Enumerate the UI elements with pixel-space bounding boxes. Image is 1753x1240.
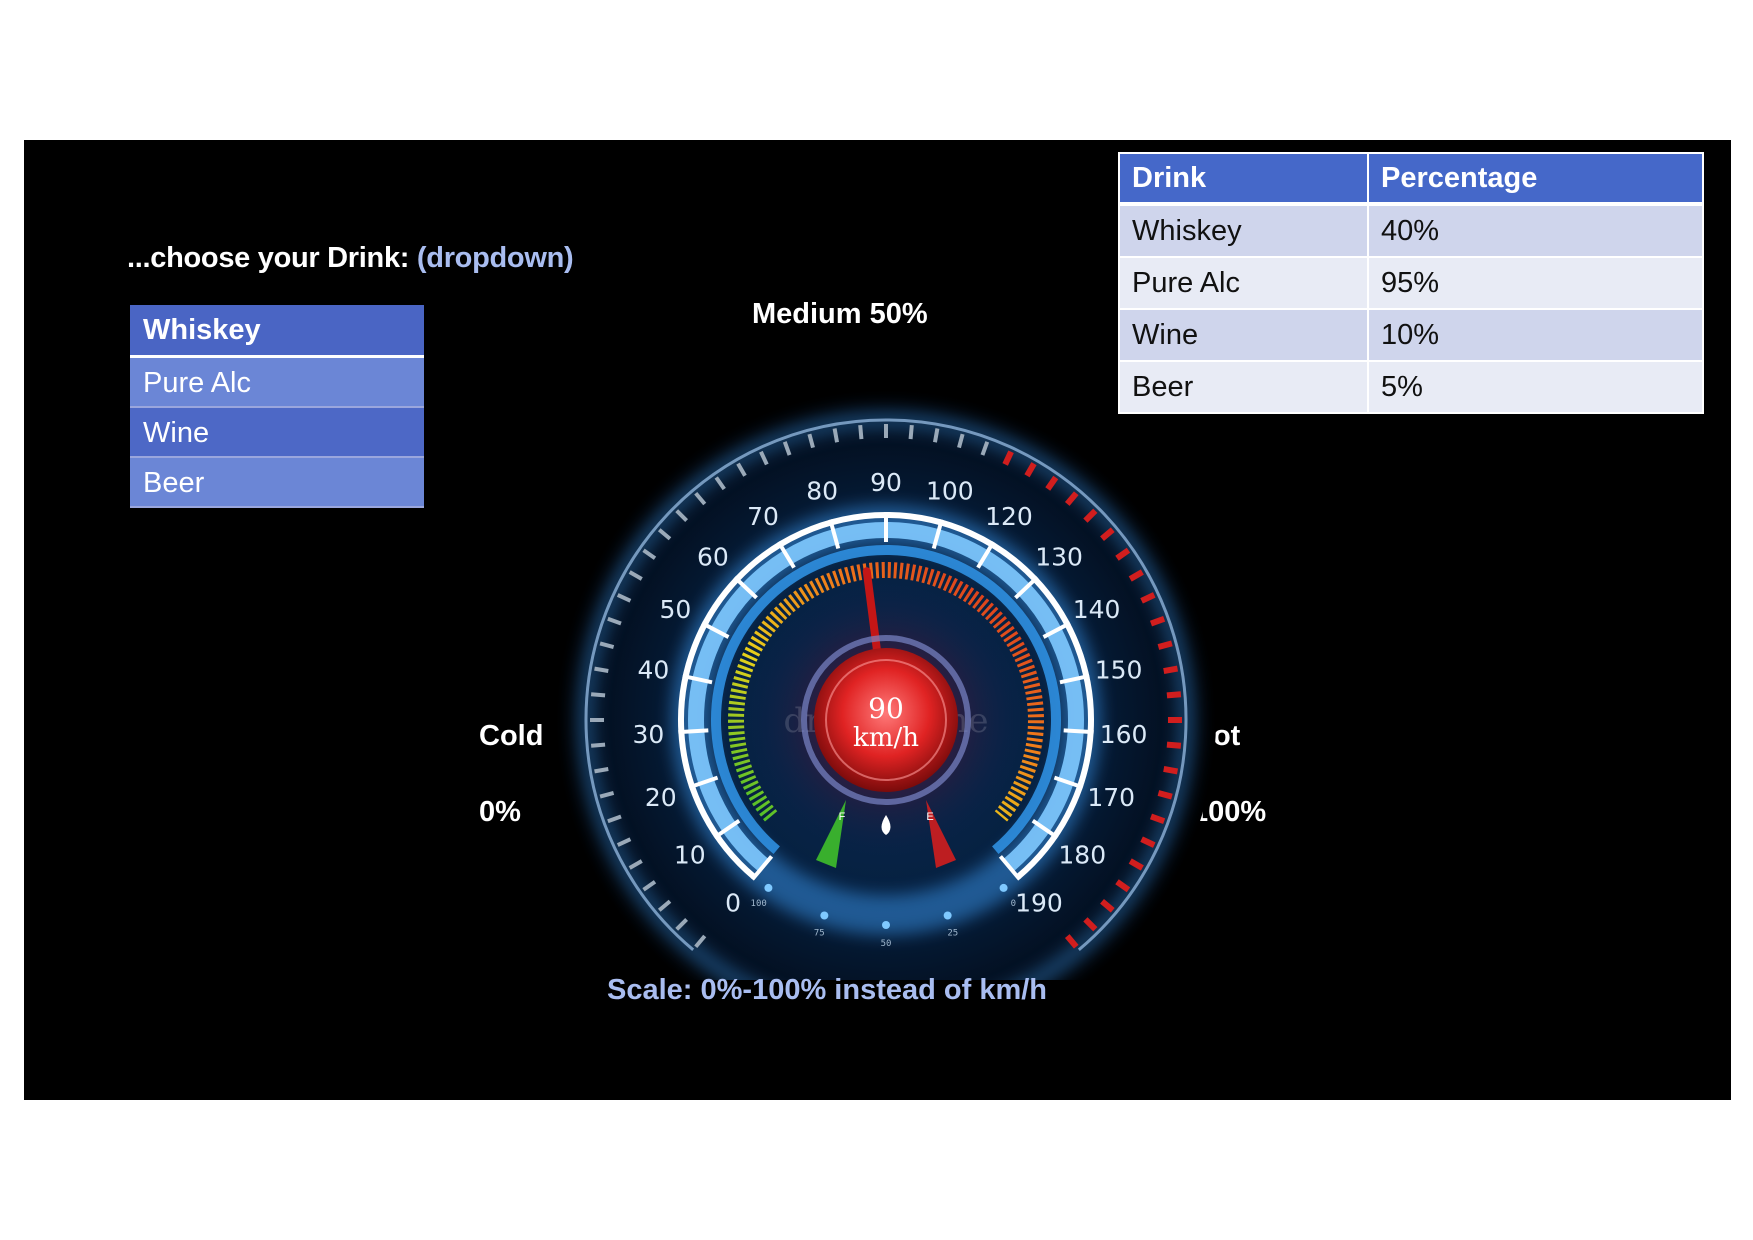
outer-tick [590, 692, 606, 698]
inner-scale-label: 50 [881, 939, 892, 949]
prompt-hint: (dropdown) [416, 242, 574, 274]
scale-note: Scale: 0%-100% instead of km/h [607, 974, 1047, 1006]
outer-tick [932, 428, 940, 443]
center-unit: km/h [853, 723, 919, 753]
table-cell-percentage: 40% [1367, 203, 1704, 258]
tick-label: 30 [632, 720, 664, 749]
tick-label: 40 [637, 656, 669, 685]
speedometer-gauge: 0 10 20 30 40 50 60 70 80 90 100 120 130 140 150 160 170… [514, 300, 1234, 980]
slide: ...choose your Drink: (dropdown) Whiskey… [24, 140, 1731, 1100]
table-cell-percentage: 95% [1367, 256, 1704, 310]
table-row: Whiskey 40% [1117, 203, 1704, 258]
inner-scale-label: 0 [1011, 899, 1016, 909]
tick-label: 150 [1095, 656, 1143, 685]
outer-tick [594, 766, 609, 774]
table-cell-percentage: 5% [1367, 360, 1704, 414]
fuel-empty-label: E [926, 811, 933, 823]
major-tick [678, 728, 709, 735]
dropdown-option-whiskey[interactable]: Whiskey [130, 305, 424, 358]
tick-label: 20 [645, 783, 677, 812]
inner-scale-dot [764, 883, 773, 892]
tick-label: 50 [660, 595, 692, 624]
inner-scale-dot [882, 921, 890, 929]
inner-scale-label: 25 [947, 929, 958, 939]
tick-label: 70 [747, 502, 779, 531]
outer-tick [832, 428, 840, 443]
outer-tick [1166, 691, 1182, 699]
tick-label: 10 [674, 841, 706, 870]
tick-label: 160 [1100, 720, 1148, 749]
table-header-row: Drink Percentage [1117, 152, 1704, 206]
outer-tick [594, 666, 609, 674]
table-cell-percentage: 10% [1367, 308, 1704, 362]
prompt-text: ...choose your Drink: [127, 242, 410, 274]
table-cell-drink: Whiskey [1117, 203, 1370, 258]
dropdown-option-wine[interactable]: Wine [130, 408, 424, 458]
tick-label: 90 [870, 468, 902, 497]
tick-label: 120 [985, 502, 1033, 531]
outer-tick [908, 424, 914, 440]
drink-dropdown[interactable]: Whiskey Pure Alc Wine Beer [130, 305, 424, 508]
tick-label: 140 [1073, 595, 1121, 624]
inner-scale-dot [820, 911, 829, 920]
inner-scale-label: 100 [751, 899, 767, 909]
fuel-full-label: F [839, 811, 846, 823]
outer-tick [1163, 766, 1179, 775]
inner-scale-dot [943, 911, 952, 920]
major-tick [1063, 728, 1094, 735]
outer-tick [1163, 665, 1179, 674]
outer-tick [858, 424, 864, 440]
gauge-svg: 01020304050607080 90 100120130140150160170… [556, 390, 1216, 980]
header-drink: Drink [1117, 152, 1370, 206]
outer-tick [1166, 741, 1182, 749]
header-percentage: Percentage [1367, 152, 1704, 206]
tick-label: 100 [926, 477, 974, 506]
outer-tick [1157, 790, 1173, 800]
center-value: 90 [868, 692, 904, 725]
tick-label: 0 [725, 888, 741, 917]
tick-label: 130 [1035, 543, 1083, 572]
tick-label: 170 [1087, 783, 1135, 812]
dropdown-option-pure-alc[interactable]: Pure Alc [130, 358, 424, 408]
tick-label: 60 [697, 543, 729, 572]
tick-label: 80 [806, 477, 838, 506]
inner-scale-label: 75 [814, 929, 825, 939]
outer-tick [590, 742, 606, 748]
tick-label: 180 [1058, 841, 1106, 870]
inner-scale-dot [999, 883, 1008, 892]
outer-tick [1157, 640, 1173, 650]
dropdown-option-beer[interactable]: Beer [130, 458, 424, 508]
choose-drink-prompt: ...choose your Drink: (dropdown) [127, 242, 574, 275]
tick-label: 190 [1015, 888, 1063, 917]
